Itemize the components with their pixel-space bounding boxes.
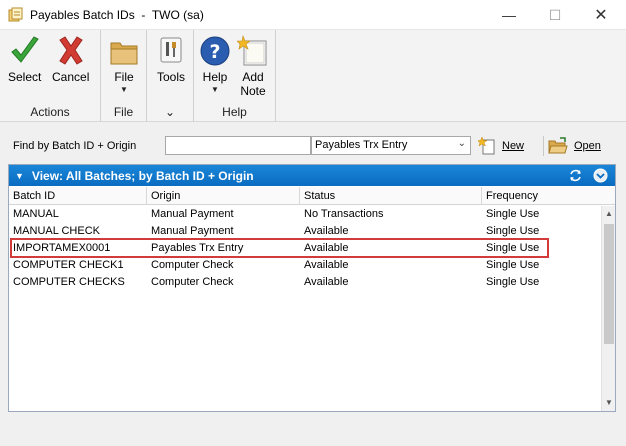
cell-origin: Payables Trx Entry [151, 242, 244, 254]
view-header[interactable]: ▼ View: All Batches; by Batch ID + Origi… [9, 165, 615, 186]
cell-batch-id: COMPUTER CHECKS [13, 276, 125, 288]
cancel-button[interactable]: Cancel [52, 34, 89, 84]
column-headers: Batch ID Origin Status Frequency [9, 187, 615, 205]
table-row[interactable]: IMPORTAMEX0001 Payables Trx Entry Availa… [9, 240, 601, 257]
table-row[interactable]: MANUAL CHECK Manual Payment Available Si… [9, 223, 601, 240]
close-button[interactable]: ✕ [578, 0, 624, 30]
cell-status: Available [304, 225, 349, 237]
file-button-label: File [114, 70, 134, 84]
ribbon-group-actions: Select Cancel Actions [0, 30, 101, 122]
help-icon: ? [199, 34, 231, 68]
scrollbar-thumb[interactable] [604, 224, 614, 344]
table-row[interactable]: MANUAL Manual Payment No Transactions Si… [9, 206, 601, 223]
add-note-button-label: Add Note [240, 70, 266, 98]
select-button-label: Select [8, 70, 42, 84]
x-icon [55, 34, 87, 68]
refresh-icon[interactable] [568, 168, 583, 183]
open-button-label: Open [574, 140, 601, 152]
view-options-icon[interactable] [593, 168, 608, 183]
new-button-label: New [502, 140, 525, 152]
file-button[interactable]: File ▼ [108, 34, 140, 94]
new-button[interactable]: New [478, 136, 524, 156]
ribbon-group-help: ? Help ▼ Add Note Help [194, 30, 276, 122]
help-button-label: Help [202, 70, 228, 84]
find-origin-select-value: Payables Trx Entry [315, 139, 408, 151]
open-folder-icon [548, 137, 568, 154]
tools-button-label: Tools [156, 70, 185, 84]
column-header-frequency[interactable]: Frequency [482, 187, 615, 205]
cell-origin: Computer Check [151, 259, 234, 271]
cell-status: Available [304, 259, 349, 271]
cell-origin: Manual Payment [151, 208, 234, 220]
find-input[interactable] [165, 136, 311, 155]
cell-frequency: Single Use [486, 276, 540, 288]
cell-batch-id: MANUAL CHECK [13, 225, 100, 237]
select-button[interactable]: Select [8, 34, 41, 84]
svg-text:?: ? [209, 41, 220, 63]
view-title: View: All Batches; by Batch ID + Origin [31, 168, 254, 183]
cell-frequency: Single Use [486, 208, 540, 220]
cell-batch-id: MANUAL [13, 208, 59, 220]
vertical-scrollbar[interactable]: ▲ ▼ [601, 206, 615, 411]
cell-status: Available [304, 242, 349, 254]
ribbon-group-label-file: File [113, 105, 134, 119]
column-header-status[interactable]: Status [300, 187, 482, 205]
collapse-triangle-icon[interactable]: ▼ [15, 171, 24, 181]
cell-batch-id: COMPUTER CHECK1 [13, 259, 124, 271]
note-icon [236, 34, 269, 68]
ribbon: Select Cancel Actions File ▼ File Tools … [0, 30, 626, 122]
maximize-button[interactable]: ☐ [532, 0, 578, 30]
checkmark-icon [9, 34, 41, 68]
cell-frequency: Single Use [486, 259, 540, 271]
find-origin-select[interactable]: Payables Trx Entry ⌄ [311, 136, 471, 155]
help-button[interactable]: ? Help ▼ [199, 34, 231, 94]
table-row[interactable]: COMPUTER CHECKS Computer Check Available… [9, 274, 601, 291]
help-dropdown-caret: ▼ [211, 85, 219, 94]
tools-icon [155, 34, 187, 68]
scroll-up-arrow-icon[interactable]: ▲ [602, 206, 616, 222]
cell-status: No Transactions [304, 208, 384, 220]
tools-button[interactable]: Tools [155, 34, 187, 84]
cell-origin: Manual Payment [151, 225, 234, 237]
toolbar-separator [543, 136, 544, 156]
open-button[interactable]: Open [548, 136, 601, 156]
cell-status: Available [304, 276, 349, 288]
table-row[interactable]: COMPUTER CHECK1 Computer Check Available… [9, 257, 601, 274]
ribbon-group-tools: Tools ⌄ [147, 30, 194, 122]
cell-frequency: Single Use [486, 225, 540, 237]
cell-frequency: Single Use [486, 242, 540, 254]
cell-batch-id: IMPORTAMEX0001 [13, 242, 111, 254]
ribbon-group-file: File ▼ File [101, 30, 147, 122]
new-document-icon [478, 137, 495, 155]
ribbon-group-label-actions: Actions [30, 105, 70, 119]
batch-list-view: ▼ View: All Batches; by Batch ID + Origi… [8, 164, 616, 412]
chevron-down-icon: ⌄ [457, 138, 466, 149]
ribbon-group-tools-caret[interactable]: ⌄ [147, 105, 193, 119]
window-title: Payables Batch IDs - TWO (sa) [30, 7, 204, 22]
folder-icon [108, 34, 140, 68]
app-icon [8, 7, 24, 23]
minimize-button[interactable]: — [486, 0, 532, 30]
ribbon-group-label-help: Help [222, 105, 247, 119]
find-bar: Find by Batch ID + Origin Payables Trx E… [0, 122, 626, 162]
cancel-button-label: Cancel [52, 70, 90, 84]
column-header-origin[interactable]: Origin [147, 187, 300, 205]
find-label: Find by Batch ID + Origin [13, 140, 137, 152]
scroll-down-arrow-icon[interactable]: ▼ [602, 395, 616, 411]
cell-origin: Computer Check [151, 276, 234, 288]
add-note-button[interactable]: Add Note [236, 34, 269, 98]
column-header-batch-id[interactable]: Batch ID [9, 187, 147, 205]
file-dropdown-caret: ▼ [120, 85, 128, 94]
title-bar: Payables Batch IDs - TWO (sa) — ☐ ✕ [0, 0, 626, 30]
